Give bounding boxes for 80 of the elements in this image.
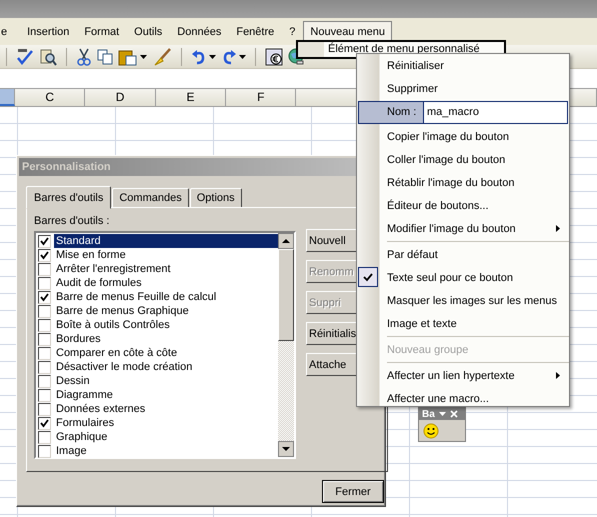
menu-item[interactable]: Format [77, 22, 126, 42]
scroll-thumb[interactable] [278, 249, 294, 341]
close-icon[interactable] [450, 410, 458, 418]
undo-icon[interactable] [191, 48, 207, 66]
menu-item[interactable]: Outils [127, 22, 170, 42]
column-header[interactable] [0, 89, 16, 106]
checkbox[interactable] [38, 346, 51, 360]
checkbox[interactable] [38, 248, 51, 262]
list-item[interactable]: Données externes [54, 402, 148, 416]
redo-icon[interactable] [221, 48, 237, 66]
list-item[interactable]: Désactiver le mode création [54, 360, 194, 374]
list-item[interactable]: Barre de menus Graphique [54, 304, 191, 318]
list-item[interactable]: Image [54, 444, 89, 458]
close-button[interactable]: Fermer [322, 480, 384, 503]
caret-icon[interactable] [239, 54, 246, 58]
menu-item[interactable]: Insertion [20, 22, 76, 42]
list-item[interactable]: Bordures [54, 332, 103, 346]
menu-item[interactable]: Copier l'image du bouton [357, 125, 569, 148]
menu-item[interactable]: e [0, 22, 14, 42]
checkbox[interactable] [38, 276, 51, 290]
paste-icon[interactable] [118, 48, 138, 66]
cut-icon[interactable] [76, 48, 92, 66]
column-header[interactable]: F [226, 89, 296, 106]
checkbox[interactable] [38, 304, 51, 318]
spell-check-icon[interactable] [16, 48, 34, 66]
currency-icon[interactable] [265, 48, 283, 66]
copy-icon[interactable] [97, 48, 113, 66]
checkbox[interactable] [38, 388, 51, 402]
list-item[interactable]: Comparer en côte à côte [54, 346, 180, 360]
checkbox[interactable] [38, 430, 51, 444]
list-item[interactable]: Diagramme [54, 388, 115, 402]
caret-icon[interactable] [209, 54, 216, 58]
name-field[interactable]: ma_macro [423, 102, 567, 123]
list-item[interactable]: Dessin [54, 374, 92, 388]
checkbox[interactable] [38, 262, 51, 276]
check-icon [358, 267, 378, 287]
list-item[interactable]: Boîte à outils Contrôles [54, 318, 172, 332]
menu-item[interactable]: Nouveau menu [303, 20, 392, 42]
column-header[interactable]: C [15, 89, 86, 106]
list-item[interactable]: Formulaires [54, 416, 116, 430]
checkbox[interactable] [38, 416, 51, 430]
submenu-arrow-icon [556, 372, 560, 379]
column-header[interactable]: D [85, 89, 156, 106]
menu-item[interactable]: ? [282, 22, 302, 42]
checkbox[interactable] [38, 290, 51, 304]
menu-item[interactable]: Élément de menu personnalisé [328, 43, 480, 55]
column-header[interactable]: E [156, 89, 226, 106]
list-item[interactable]: Audit de formules [54, 276, 144, 290]
caret-icon[interactable] [140, 54, 147, 58]
menu-item[interactable]: Fenêtre [229, 22, 282, 42]
list-item[interactable]: Arrêter l'enregistrement [54, 262, 173, 276]
toolbar-title: Ba [422, 408, 435, 420]
list-item[interactable]: Mise en forme [54, 248, 128, 262]
scrollbar[interactable] [278, 233, 294, 457]
scroll-down-icon[interactable] [278, 441, 294, 457]
tab[interactable]: Commandes [112, 188, 189, 208]
checkbox[interactable] [38, 374, 51, 388]
checkbox[interactable] [38, 332, 51, 346]
checkbox[interactable] [38, 402, 51, 416]
checkbox[interactable] [38, 444, 51, 458]
tab[interactable]: Options [190, 188, 242, 208]
menu-item[interactable]: Éditeur de boutons... [357, 194, 569, 217]
list-item[interactable]: Graphique [54, 430, 110, 444]
checkbox[interactable] [38, 318, 51, 332]
menu-item[interactable]: Supprimer [357, 77, 569, 100]
menu-item[interactable]: Affecter une macro... [357, 387, 569, 410]
list-label: Barres d'outils : [34, 215, 110, 227]
checkbox[interactable] [38, 234, 51, 248]
checkbox[interactable] [38, 360, 51, 374]
list-item[interactable]: Standard [54, 234, 278, 248]
smiley-icon[interactable] [423, 423, 439, 439]
scroll-up-icon[interactable] [278, 233, 294, 249]
submenu-arrow-icon [556, 225, 560, 232]
tab[interactable]: Barres d'outils [26, 186, 112, 209]
menu-item[interactable]: Réinitialiser [357, 54, 569, 77]
research-icon[interactable] [39, 48, 57, 66]
menu-item[interactable]: Données [170, 22, 228, 42]
field-label: Nom : [359, 102, 423, 123]
list-item[interactable]: Barre de menus Feuille de calcul [54, 290, 218, 304]
brush-icon[interactable] [152, 48, 172, 66]
